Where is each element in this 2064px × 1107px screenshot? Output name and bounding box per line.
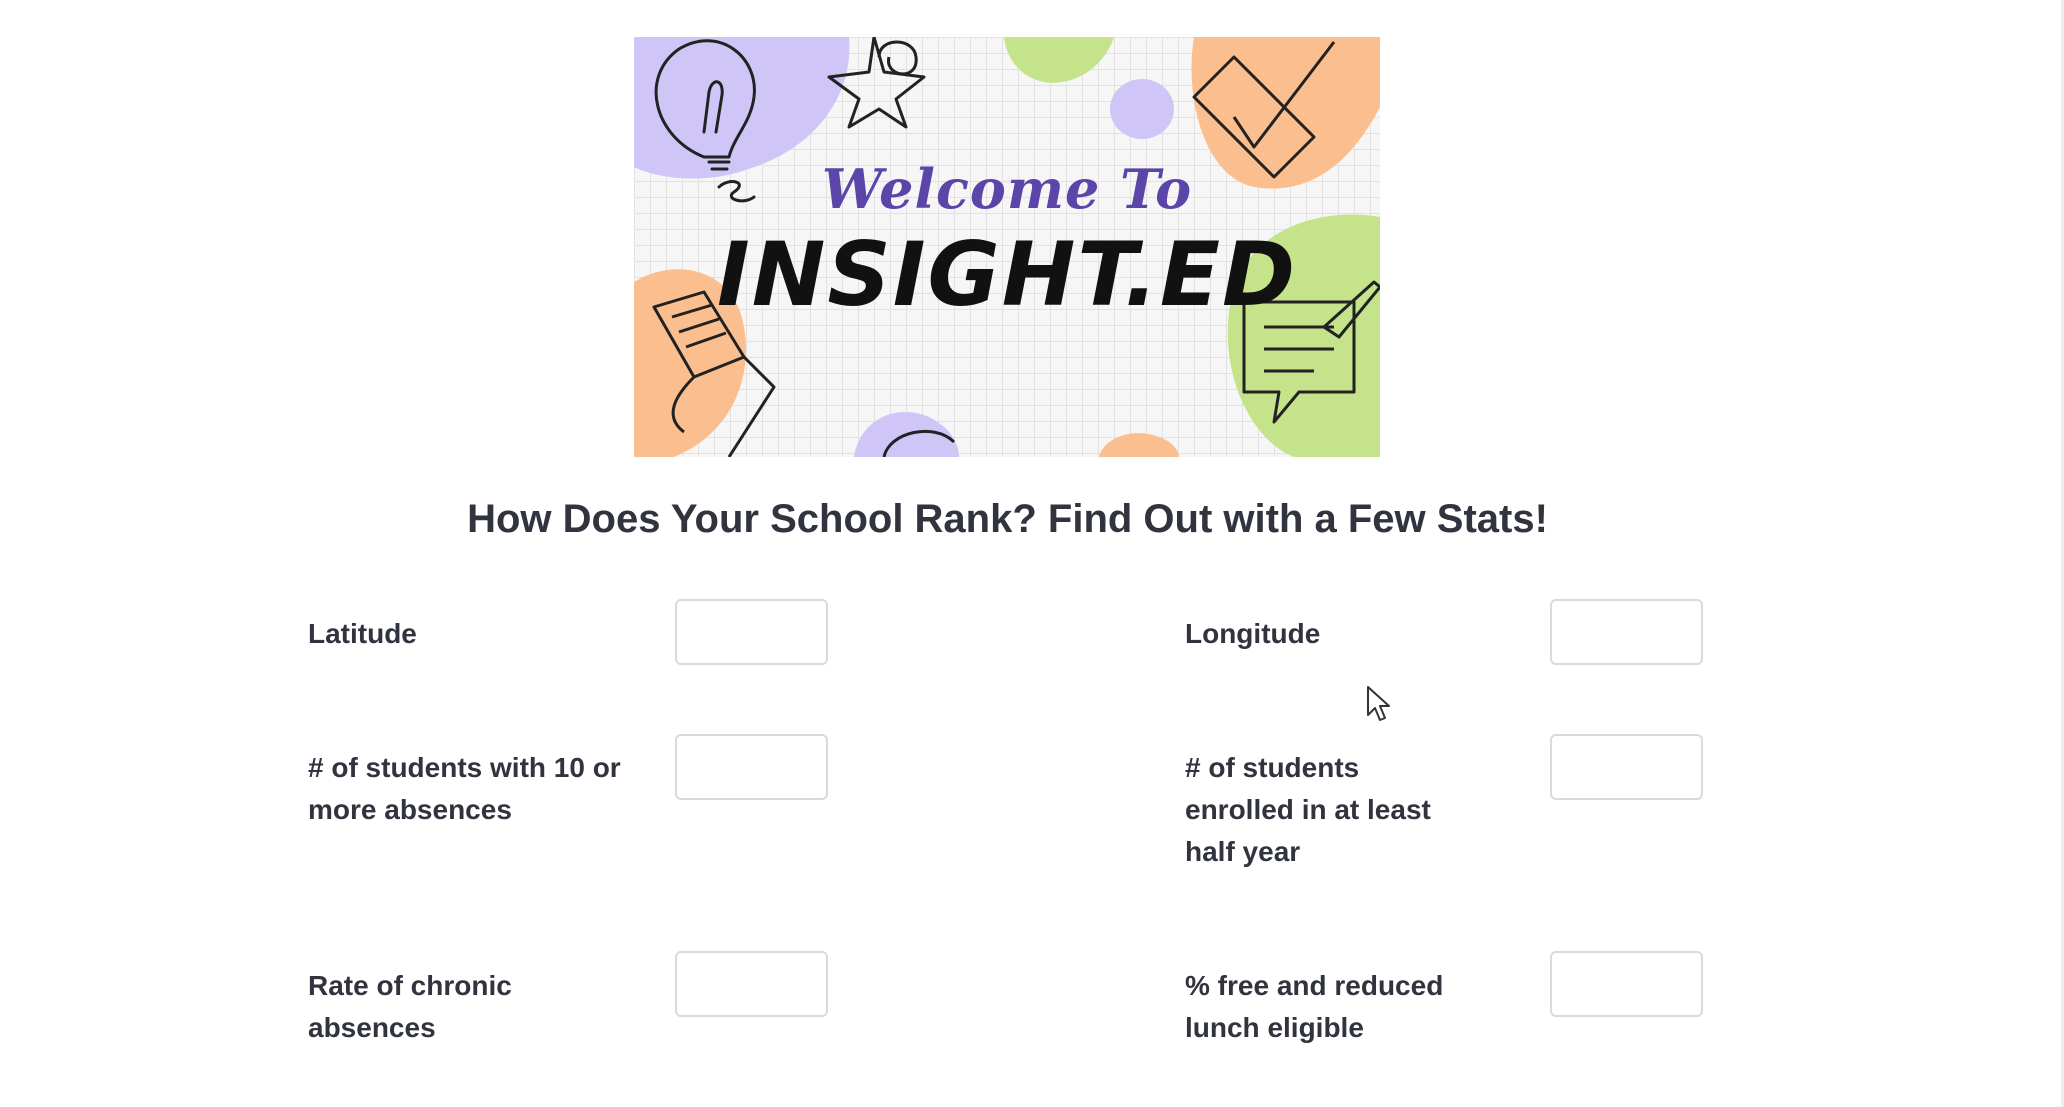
longitude-input[interactable]: [1550, 599, 1703, 665]
chronic-absence-rate-input[interactable]: [675, 951, 828, 1017]
free-reduced-lunch-input[interactable]: [1550, 951, 1703, 1017]
welcome-banner-image: Welcome To INSIGHT.ED: [634, 37, 1380, 457]
free-reduced-lunch-label: % free and reduced lunch eligible: [1185, 970, 1444, 1043]
longitude-label: Longitude: [1185, 618, 1321, 649]
enrolled-half-year-label: # of students enrolled in at least half …: [1185, 752, 1431, 867]
absences-10-plus-input[interactable]: [675, 734, 828, 800]
banner-brand-text: INSIGHT.ED: [716, 223, 1298, 326]
chronic-absence-rate-label: Rate of chronic absences: [308, 970, 512, 1043]
mouse-cursor-icon: [1367, 686, 1390, 721]
banner-welcome-text: Welcome To: [821, 157, 1193, 221]
latitude-input[interactable]: [675, 599, 828, 665]
page: Welcome To INSIGHT.ED How Does Your Scho…: [0, 0, 2064, 1107]
enrolled-half-year-input[interactable]: [1550, 734, 1703, 800]
page-title: How Does Your School Rank? Find Out with…: [467, 497, 1548, 541]
absences-10-plus-label: # of students with 10 or more absences: [308, 752, 621, 825]
latitude-label: Latitude: [308, 618, 417, 649]
